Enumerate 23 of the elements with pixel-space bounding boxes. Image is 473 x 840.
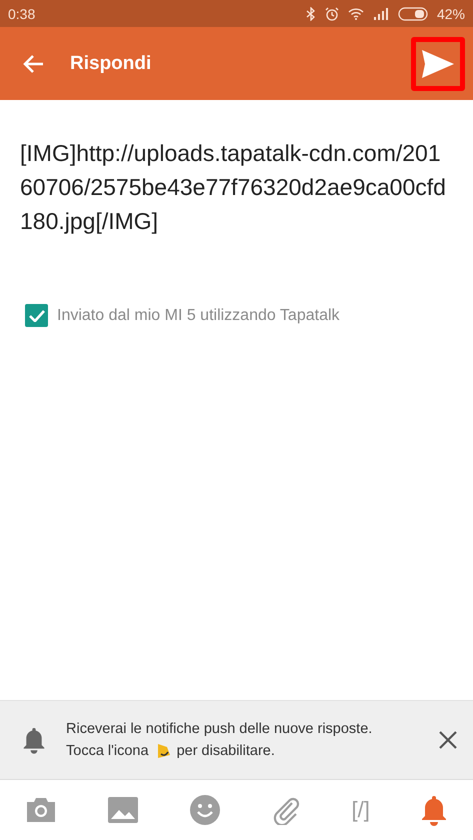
message-field[interactable]: [IMG]http://uploads.tapatalk-cdn.com/20160706/2575be43e77f76320d2ae9ca00cfd180.jpg[/IMG]: [20, 136, 452, 238]
status-time: 0:38: [8, 6, 36, 22]
paperclip-icon: [271, 795, 302, 825]
signature-checkbox[interactable]: [25, 304, 48, 327]
camera-icon: [25, 796, 58, 824]
screen-title: Rispondi: [70, 52, 152, 74]
bluetooth-icon: [306, 6, 316, 20]
battery-percent: 42%: [436, 6, 465, 22]
close-icon[interactable]: [439, 731, 457, 749]
send-icon: [421, 48, 455, 78]
signature-label: Inviato dal mio MI 5 utilizzando Tapatalk: [57, 306, 340, 324]
notice-text: per disabilitare.: [176, 742, 275, 761]
battery-icon: [398, 6, 428, 20]
alarm-icon: [324, 6, 339, 20]
checkmark-icon: [28, 310, 44, 322]
back-arrow-icon[interactable]: [22, 54, 44, 74]
notice-text: Riceverai le notifiche push delle nuove risposte.: [66, 720, 374, 739]
wifi-icon: [348, 8, 364, 20]
image-icon: [107, 796, 140, 824]
smiley-icon: [189, 794, 222, 826]
notice-text: Tocca l'icona: [66, 742, 149, 761]
signal-icon: [372, 8, 389, 20]
send-button[interactable]: [411, 36, 465, 90]
